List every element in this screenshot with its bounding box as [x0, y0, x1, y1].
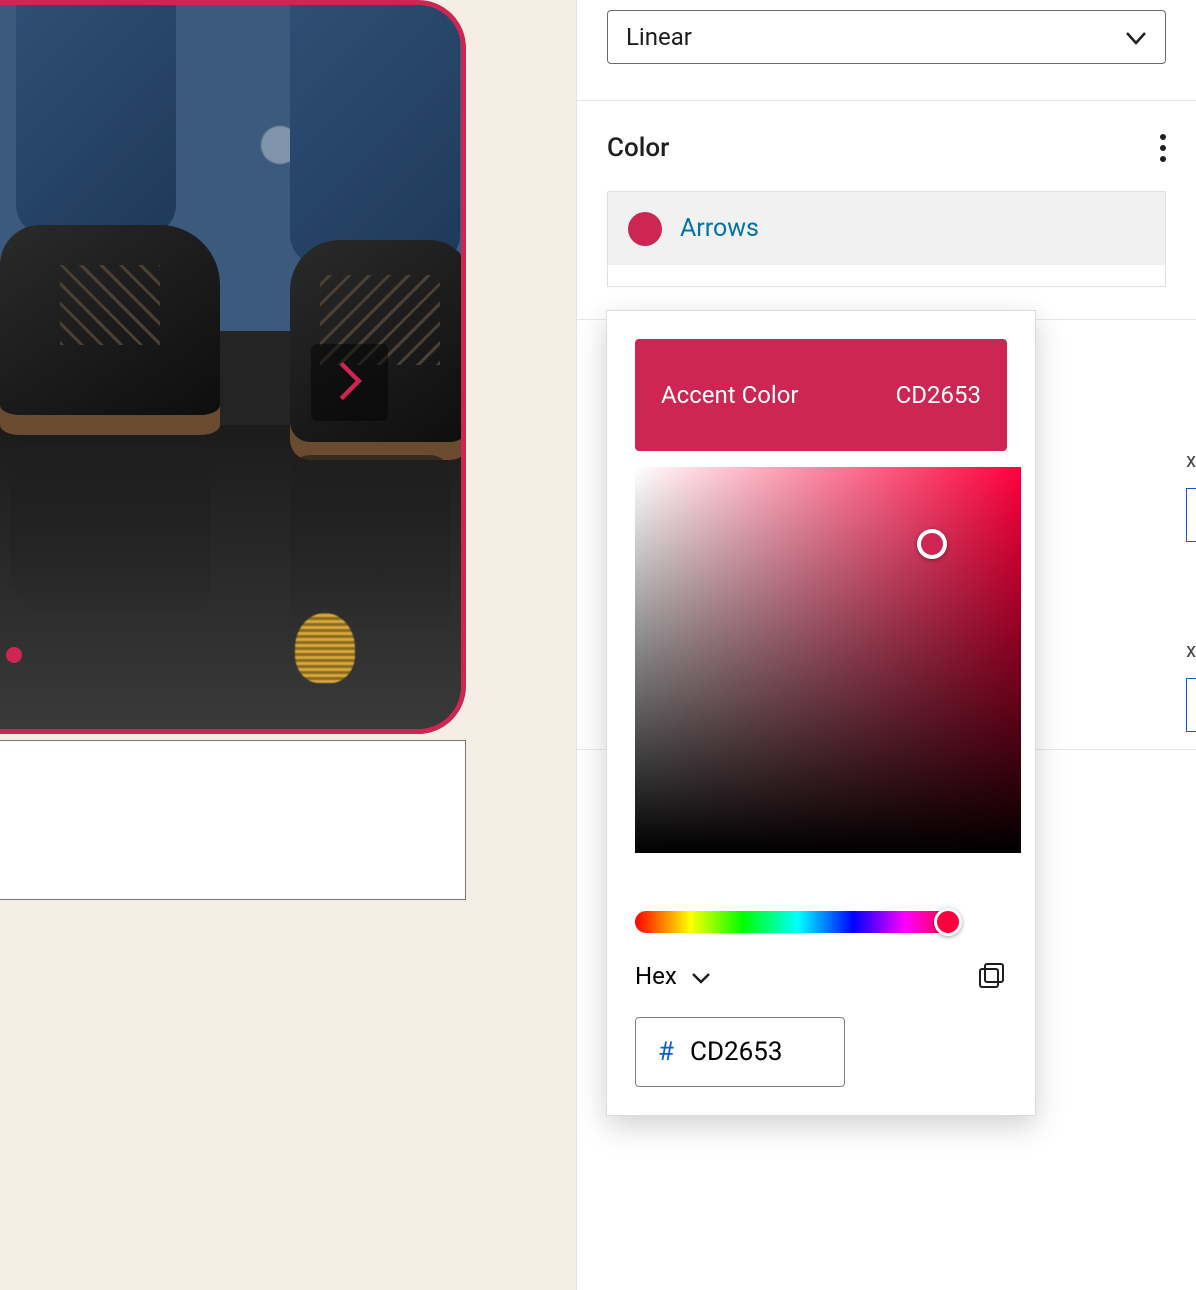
- link-sides-toggle[interactable]: [1186, 488, 1196, 542]
- editor-canvas: [0, 0, 576, 1290]
- type-select[interactable]: Linear: [607, 10, 1166, 64]
- saturation-value-picker[interactable]: [635, 467, 1021, 853]
- hex-value: CD2653: [690, 1037, 782, 1067]
- unit-suffix: x: [1186, 638, 1196, 662]
- chevron-down-icon: [691, 962, 711, 990]
- color-format-select[interactable]: Hex: [635, 962, 711, 990]
- accent-color-hex: CD2653: [896, 381, 981, 409]
- type-field: Linear: [577, 0, 1196, 101]
- hex-prefix: #: [658, 1037, 674, 1067]
- color-item-next-partial[interactable]: [607, 265, 1166, 287]
- type-select-value: Linear: [626, 23, 692, 51]
- next-slide-button[interactable]: [311, 344, 388, 421]
- accent-color-title: Accent Color: [661, 381, 799, 409]
- hue-slider[interactable]: [635, 911, 961, 933]
- color-options-menu-button[interactable]: [1160, 134, 1166, 162]
- image-slide[interactable]: [0, 0, 466, 734]
- arrows-label: Arrows: [680, 214, 759, 243]
- slide-image: [0, 5, 461, 729]
- accent-color-header: Accent Color CD2653: [635, 339, 1007, 451]
- color-item-arrows[interactable]: Arrows: [607, 191, 1166, 265]
- color-heading: Color: [607, 133, 669, 163]
- slide-dot-active[interactable]: [6, 647, 22, 663]
- hue-handle[interactable]: [934, 908, 962, 936]
- hex-input[interactable]: # CD2653: [635, 1017, 845, 1087]
- color-section: Color Arrows: [577, 101, 1196, 320]
- unit-suffix: x: [1186, 448, 1196, 472]
- empty-block-placeholder[interactable]: [0, 740, 466, 900]
- link-corners-toggle[interactable]: [1186, 678, 1196, 732]
- copy-icon: [977, 976, 1007, 995]
- chevron-right-icon: [336, 359, 364, 407]
- color-format-label: Hex: [635, 962, 677, 990]
- arrows-swatch: [628, 212, 662, 246]
- chevron-down-icon: [1125, 23, 1147, 51]
- color-picker-popover: Accent Color CD2653 Hex # CD: [606, 310, 1036, 1116]
- copy-color-button[interactable]: [977, 961, 1007, 991]
- sv-handle[interactable]: [917, 529, 947, 559]
